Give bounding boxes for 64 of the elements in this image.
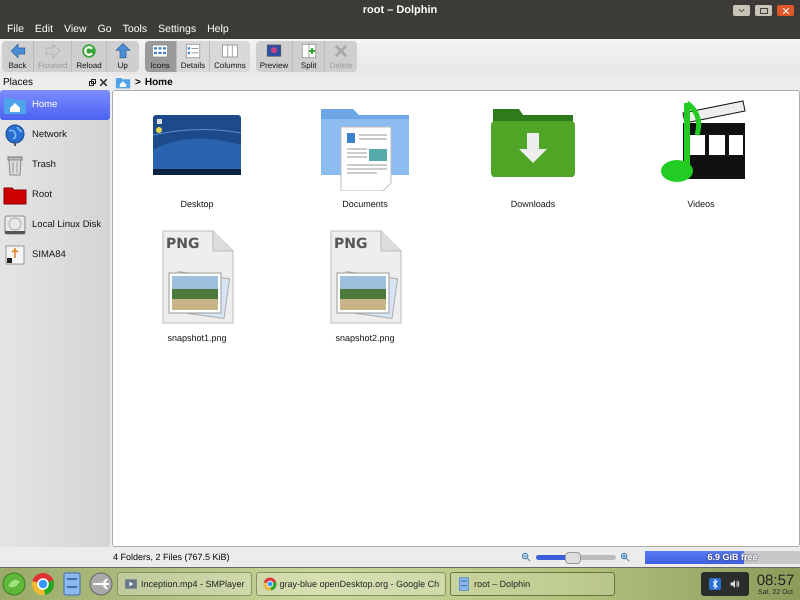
close-button[interactable] (777, 5, 794, 16)
status-summary: 4 Folders, 2 Files (767.5 KiB) (113, 552, 231, 562)
breadcrumb-item[interactable]: Home (144, 76, 173, 88)
clock-time: 08:57 (756, 572, 794, 590)
file-name[interactable]: Desktop (180, 198, 214, 209)
toolbar-button[interactable]: Up (106, 40, 139, 72)
split-view-icon (300, 42, 318, 60)
toolbar-button[interactable]: Columns (210, 40, 250, 72)
menu-item[interactable]: Edit (30, 23, 60, 36)
places-item[interactable]: Root (0, 180, 110, 210)
columns-view-icon (220, 42, 239, 60)
bluetooth-icon (709, 577, 721, 592)
file-name[interactable]: snapshot1.png (167, 332, 227, 343)
file-name[interactable]: snapshot2.png (335, 332, 395, 343)
zoom-in-icon (620, 552, 631, 563)
detach-icon[interactable] (89, 78, 96, 86)
square-icon (760, 8, 768, 14)
toolbar-button[interactable]: Back (2, 40, 34, 72)
reload-icon (80, 42, 98, 60)
menu-item[interactable]: Help (203, 23, 236, 36)
player-icon (124, 577, 138, 592)
toolbar-button[interactable]: Split (293, 40, 326, 72)
globe-icon (3, 122, 27, 147)
places-title: Places (3, 76, 34, 88)
menu-item[interactable]: View (60, 23, 94, 36)
places-item[interactable]: Trash (0, 150, 110, 180)
toolbar-button[interactable]: Icons (144, 40, 177, 72)
places-item[interactable]: Network (0, 120, 110, 150)
menu-item[interactable]: Tools (118, 23, 154, 36)
maximize-button[interactable] (755, 5, 772, 16)
taskbar-task[interactable]: root – Dolphin (450, 572, 616, 596)
places-item[interactable]: Home (0, 90, 110, 120)
places-item[interactable]: SIMA84 (0, 240, 110, 270)
file-name[interactable]: Downloads (510, 198, 556, 209)
toolbar-button[interactable]: Details (176, 40, 210, 72)
file-type-label: PNG (334, 236, 368, 252)
file-name[interactable]: Videos (687, 198, 715, 209)
chevron-icon (738, 8, 745, 13)
list-view-icon (184, 42, 202, 60)
browser-logo-icon (262, 577, 277, 592)
file-cabinet-icon (457, 577, 472, 592)
minimize-button[interactable] (733, 5, 750, 16)
up-arrow-icon (114, 42, 132, 60)
menu-item[interactable]: File (3, 23, 31, 36)
close-icon (782, 8, 788, 14)
close-icon[interactable] (100, 78, 107, 86)
menu-item[interactable]: Settings (154, 23, 204, 36)
taskbar-task[interactable]: Inception.mp4 - SMPlayer (117, 572, 252, 596)
file-type-label: PNG (166, 236, 200, 252)
back-arrow-icon (8, 42, 26, 60)
icon-grid-icon (151, 42, 170, 60)
window-title: root – Dolphin (362, 4, 438, 16)
file-name[interactable]: Documents (342, 198, 388, 209)
speaker-icon (729, 578, 741, 590)
places-item[interactable]: Local Linux Disk (0, 210, 110, 240)
toolbar-button[interactable]: Preview (256, 40, 294, 72)
zoom-out-icon (521, 552, 532, 563)
breadcrumb-separator: > (135, 76, 141, 88)
taskbar-task[interactable]: gray-blue openDesktop.org - Google Ch (256, 572, 446, 596)
hard-drive-icon (3, 212, 27, 237)
slider-handle[interactable] (565, 552, 581, 564)
menu-item[interactable]: Go (94, 23, 119, 36)
toolbar-button[interactable]: Reload (72, 40, 107, 72)
usb-drive-icon (3, 242, 27, 267)
